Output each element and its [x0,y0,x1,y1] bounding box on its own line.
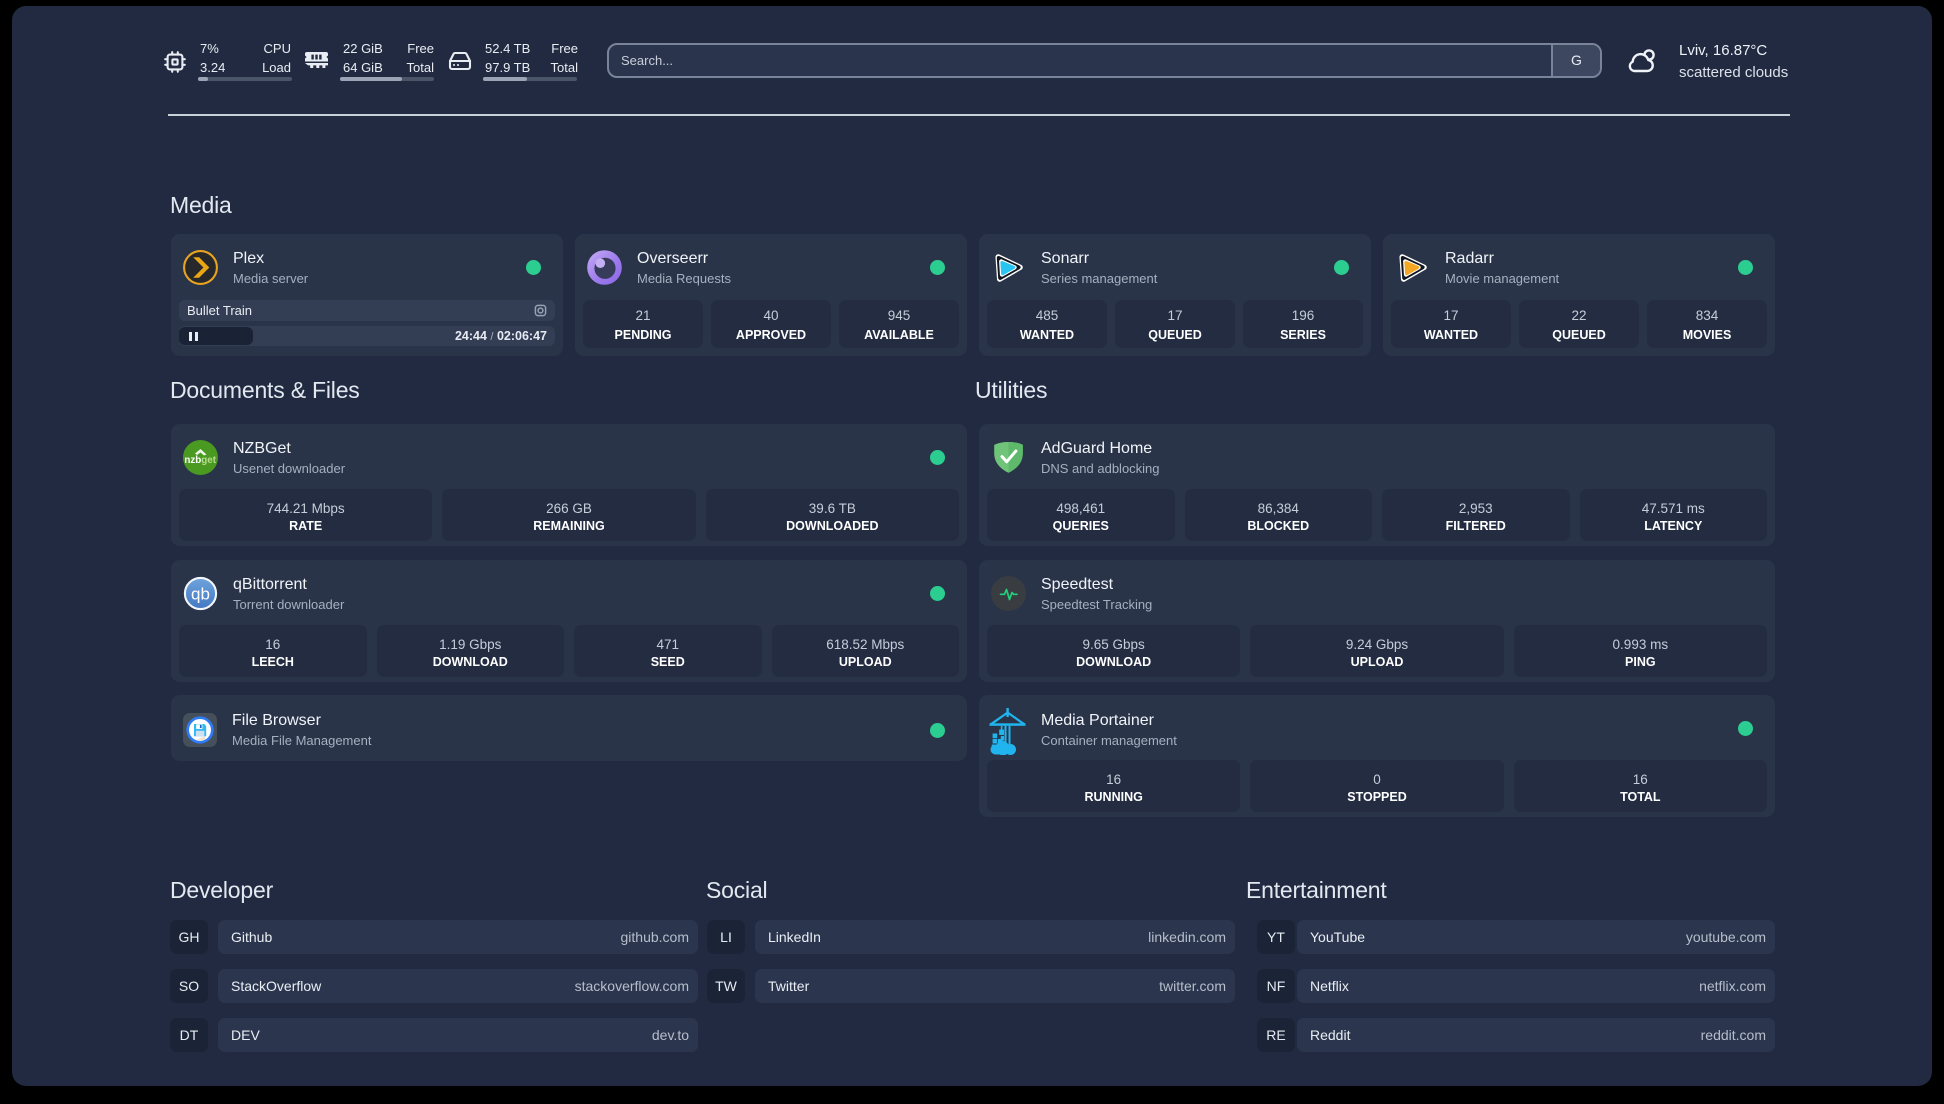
svg-text:qb: qb [191,585,210,604]
svg-text:nzbget: nzbget [184,455,216,466]
